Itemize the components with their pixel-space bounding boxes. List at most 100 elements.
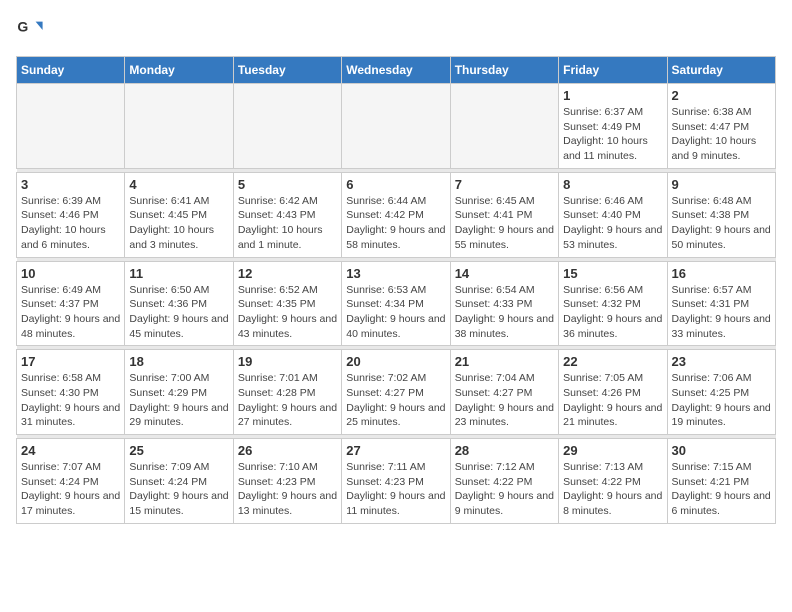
calendar-cell: 8 Sunrise: 6:46 AM Sunset: 4:40 PM Daylig… bbox=[559, 172, 667, 257]
calendar-cell: 20 Sunrise: 7:02 AM Sunset: 4:27 PM Dayli… bbox=[342, 350, 450, 435]
day-number: 1 bbox=[563, 88, 662, 103]
day-info: Sunrise: 6:37 AM Sunset: 4:49 PM Dayligh… bbox=[563, 105, 662, 164]
day-number: 15 bbox=[563, 266, 662, 281]
calendar-cell: 5 Sunrise: 6:42 AM Sunset: 4:43 PM Daylig… bbox=[233, 172, 341, 257]
day-info: Sunrise: 7:09 AM Sunset: 4:24 PM Dayligh… bbox=[129, 460, 228, 519]
day-number: 30 bbox=[672, 443, 771, 458]
day-info: Sunrise: 6:38 AM Sunset: 4:47 PM Dayligh… bbox=[672, 105, 771, 164]
calendar-cell: 4 Sunrise: 6:41 AM Sunset: 4:45 PM Daylig… bbox=[125, 172, 233, 257]
calendar-cell: 26 Sunrise: 7:10 AM Sunset: 4:23 PM Dayli… bbox=[233, 439, 341, 524]
calendar-cell: 18 Sunrise: 7:00 AM Sunset: 4:29 PM Dayli… bbox=[125, 350, 233, 435]
calendar-cell: 17Sunrise: 6:58 AM Sunset: 4:30 PM Dayli… bbox=[17, 350, 125, 435]
calendar-header-thursday: Thursday bbox=[450, 57, 558, 84]
calendar-cell: 9Sunrise: 6:48 AM Sunset: 4:38 PM Daylig… bbox=[667, 172, 775, 257]
day-number: 21 bbox=[455, 354, 554, 369]
day-info: Sunrise: 6:42 AM Sunset: 4:43 PM Dayligh… bbox=[238, 194, 337, 253]
calendar-cell: 25 Sunrise: 7:09 AM Sunset: 4:24 PM Dayli… bbox=[125, 439, 233, 524]
day-info: Sunrise: 6:56 AM Sunset: 4:32 PM Dayligh… bbox=[563, 283, 662, 342]
day-number: 25 bbox=[129, 443, 228, 458]
calendar-cell: 11 Sunrise: 6:50 AM Sunset: 4:36 PM Dayli… bbox=[125, 261, 233, 346]
logo: G bbox=[16, 16, 48, 44]
day-number: 14 bbox=[455, 266, 554, 281]
day-info: Sunrise: 7:00 AM Sunset: 4:29 PM Dayligh… bbox=[129, 371, 228, 430]
day-number: 12 bbox=[238, 266, 337, 281]
day-number: 18 bbox=[129, 354, 228, 369]
calendar-cell: 16Sunrise: 6:57 AM Sunset: 4:31 PM Dayli… bbox=[667, 261, 775, 346]
day-info: Sunrise: 6:41 AM Sunset: 4:45 PM Dayligh… bbox=[129, 194, 228, 253]
calendar-cell: 21 Sunrise: 7:04 AM Sunset: 4:27 PM Dayli… bbox=[450, 350, 558, 435]
calendar-header-friday: Friday bbox=[559, 57, 667, 84]
calendar-table: SundayMondayTuesdayWednesdayThursdayFrid… bbox=[16, 56, 776, 524]
day-number: 6 bbox=[346, 177, 445, 192]
day-number: 2 bbox=[672, 88, 771, 103]
day-number: 26 bbox=[238, 443, 337, 458]
calendar-cell: 2 Sunrise: 6:38 AM Sunset: 4:47 PM Daylig… bbox=[667, 84, 775, 169]
day-info: Sunrise: 7:10 AM Sunset: 4:23 PM Dayligh… bbox=[238, 460, 337, 519]
day-number: 20 bbox=[346, 354, 445, 369]
day-info: Sunrise: 7:02 AM Sunset: 4:27 PM Dayligh… bbox=[346, 371, 445, 430]
calendar-cell bbox=[17, 84, 125, 169]
day-info: Sunrise: 6:39 AM Sunset: 4:46 PM Dayligh… bbox=[21, 194, 120, 253]
calendar-week-4: 17Sunrise: 6:58 AM Sunset: 4:30 PM Dayli… bbox=[17, 350, 776, 435]
calendar-header-sunday: Sunday bbox=[17, 57, 125, 84]
calendar-cell: 27 Sunrise: 7:11 AM Sunset: 4:23 PM Dayli… bbox=[342, 439, 450, 524]
header: G bbox=[16, 16, 776, 44]
calendar-header-row: SundayMondayTuesdayWednesdayThursdayFrid… bbox=[17, 57, 776, 84]
day-number: 27 bbox=[346, 443, 445, 458]
day-number: 23 bbox=[672, 354, 771, 369]
calendar-header-tuesday: Tuesday bbox=[233, 57, 341, 84]
calendar-cell: 19 Sunrise: 7:01 AM Sunset: 4:28 PM Dayli… bbox=[233, 350, 341, 435]
calendar-week-2: 3Sunrise: 6:39 AM Sunset: 4:46 PM Daylig… bbox=[17, 172, 776, 257]
svg-text:G: G bbox=[17, 18, 28, 34]
calendar-cell bbox=[125, 84, 233, 169]
day-info: Sunrise: 7:07 AM Sunset: 4:24 PM Dayligh… bbox=[21, 460, 120, 519]
day-number: 9 bbox=[672, 177, 771, 192]
day-info: Sunrise: 6:52 AM Sunset: 4:35 PM Dayligh… bbox=[238, 283, 337, 342]
day-info: Sunrise: 6:53 AM Sunset: 4:34 PM Dayligh… bbox=[346, 283, 445, 342]
day-info: Sunrise: 6:58 AM Sunset: 4:30 PM Dayligh… bbox=[21, 371, 120, 430]
calendar-cell: 1 Sunrise: 6:37 AM Sunset: 4:49 PM Daylig… bbox=[559, 84, 667, 169]
day-info: Sunrise: 7:01 AM Sunset: 4:28 PM Dayligh… bbox=[238, 371, 337, 430]
day-info: Sunrise: 6:46 AM Sunset: 4:40 PM Dayligh… bbox=[563, 194, 662, 253]
calendar-cell: 7Sunrise: 6:45 AM Sunset: 4:41 PM Daylig… bbox=[450, 172, 558, 257]
day-info: Sunrise: 6:49 AM Sunset: 4:37 PM Dayligh… bbox=[21, 283, 120, 342]
calendar-cell: 24 Sunrise: 7:07 AM Sunset: 4:24 PM Dayli… bbox=[17, 439, 125, 524]
day-number: 11 bbox=[129, 266, 228, 281]
day-number: 22 bbox=[563, 354, 662, 369]
day-number: 8 bbox=[563, 177, 662, 192]
day-info: Sunrise: 7:04 AM Sunset: 4:27 PM Dayligh… bbox=[455, 371, 554, 430]
calendar-cell: 12 Sunrise: 6:52 AM Sunset: 4:35 PM Dayli… bbox=[233, 261, 341, 346]
day-number: 5 bbox=[238, 177, 337, 192]
calendar-cell: 30 Sunrise: 7:15 AM Sunset: 4:21 PM Dayli… bbox=[667, 439, 775, 524]
day-number: 19 bbox=[238, 354, 337, 369]
calendar-cell: 6 Sunrise: 6:44 AM Sunset: 4:42 PM Daylig… bbox=[342, 172, 450, 257]
calendar-cell: 15 Sunrise: 6:56 AM Sunset: 4:32 PM Dayli… bbox=[559, 261, 667, 346]
calendar-cell: 22Sunrise: 7:05 AM Sunset: 4:26 PM Dayli… bbox=[559, 350, 667, 435]
calendar-cell: 3Sunrise: 6:39 AM Sunset: 4:46 PM Daylig… bbox=[17, 172, 125, 257]
day-info: Sunrise: 6:57 AM Sunset: 4:31 PM Dayligh… bbox=[672, 283, 771, 342]
day-info: Sunrise: 6:50 AM Sunset: 4:36 PM Dayligh… bbox=[129, 283, 228, 342]
day-number: 29 bbox=[563, 443, 662, 458]
calendar-week-5: 24 Sunrise: 7:07 AM Sunset: 4:24 PM Dayli… bbox=[17, 439, 776, 524]
day-info: Sunrise: 6:44 AM Sunset: 4:42 PM Dayligh… bbox=[346, 194, 445, 253]
day-number: 10 bbox=[21, 266, 120, 281]
calendar-header-saturday: Saturday bbox=[667, 57, 775, 84]
calendar-cell: 13 Sunrise: 6:53 AM Sunset: 4:34 PM Dayli… bbox=[342, 261, 450, 346]
calendar-cell: 14 Sunrise: 6:54 AM Sunset: 4:33 PM Dayli… bbox=[450, 261, 558, 346]
day-info: Sunrise: 6:45 AM Sunset: 4:41 PM Dayligh… bbox=[455, 194, 554, 253]
day-info: Sunrise: 7:11 AM Sunset: 4:23 PM Dayligh… bbox=[346, 460, 445, 519]
logo-icon: G bbox=[16, 16, 44, 44]
calendar-week-1: 1 Sunrise: 6:37 AM Sunset: 4:49 PM Daylig… bbox=[17, 84, 776, 169]
day-info: Sunrise: 6:54 AM Sunset: 4:33 PM Dayligh… bbox=[455, 283, 554, 342]
calendar-week-3: 10 Sunrise: 6:49 AM Sunset: 4:37 PM Dayli… bbox=[17, 261, 776, 346]
calendar-header-monday: Monday bbox=[125, 57, 233, 84]
calendar-cell bbox=[342, 84, 450, 169]
calendar-cell: 29Sunrise: 7:13 AM Sunset: 4:22 PM Dayli… bbox=[559, 439, 667, 524]
day-info: Sunrise: 7:06 AM Sunset: 4:25 PM Dayligh… bbox=[672, 371, 771, 430]
day-number: 13 bbox=[346, 266, 445, 281]
day-number: 4 bbox=[129, 177, 228, 192]
day-number: 24 bbox=[21, 443, 120, 458]
calendar-cell: 23 Sunrise: 7:06 AM Sunset: 4:25 PM Dayli… bbox=[667, 350, 775, 435]
calendar-cell: 10 Sunrise: 6:49 AM Sunset: 4:37 PM Dayli… bbox=[17, 261, 125, 346]
day-info: Sunrise: 7:15 AM Sunset: 4:21 PM Dayligh… bbox=[672, 460, 771, 519]
